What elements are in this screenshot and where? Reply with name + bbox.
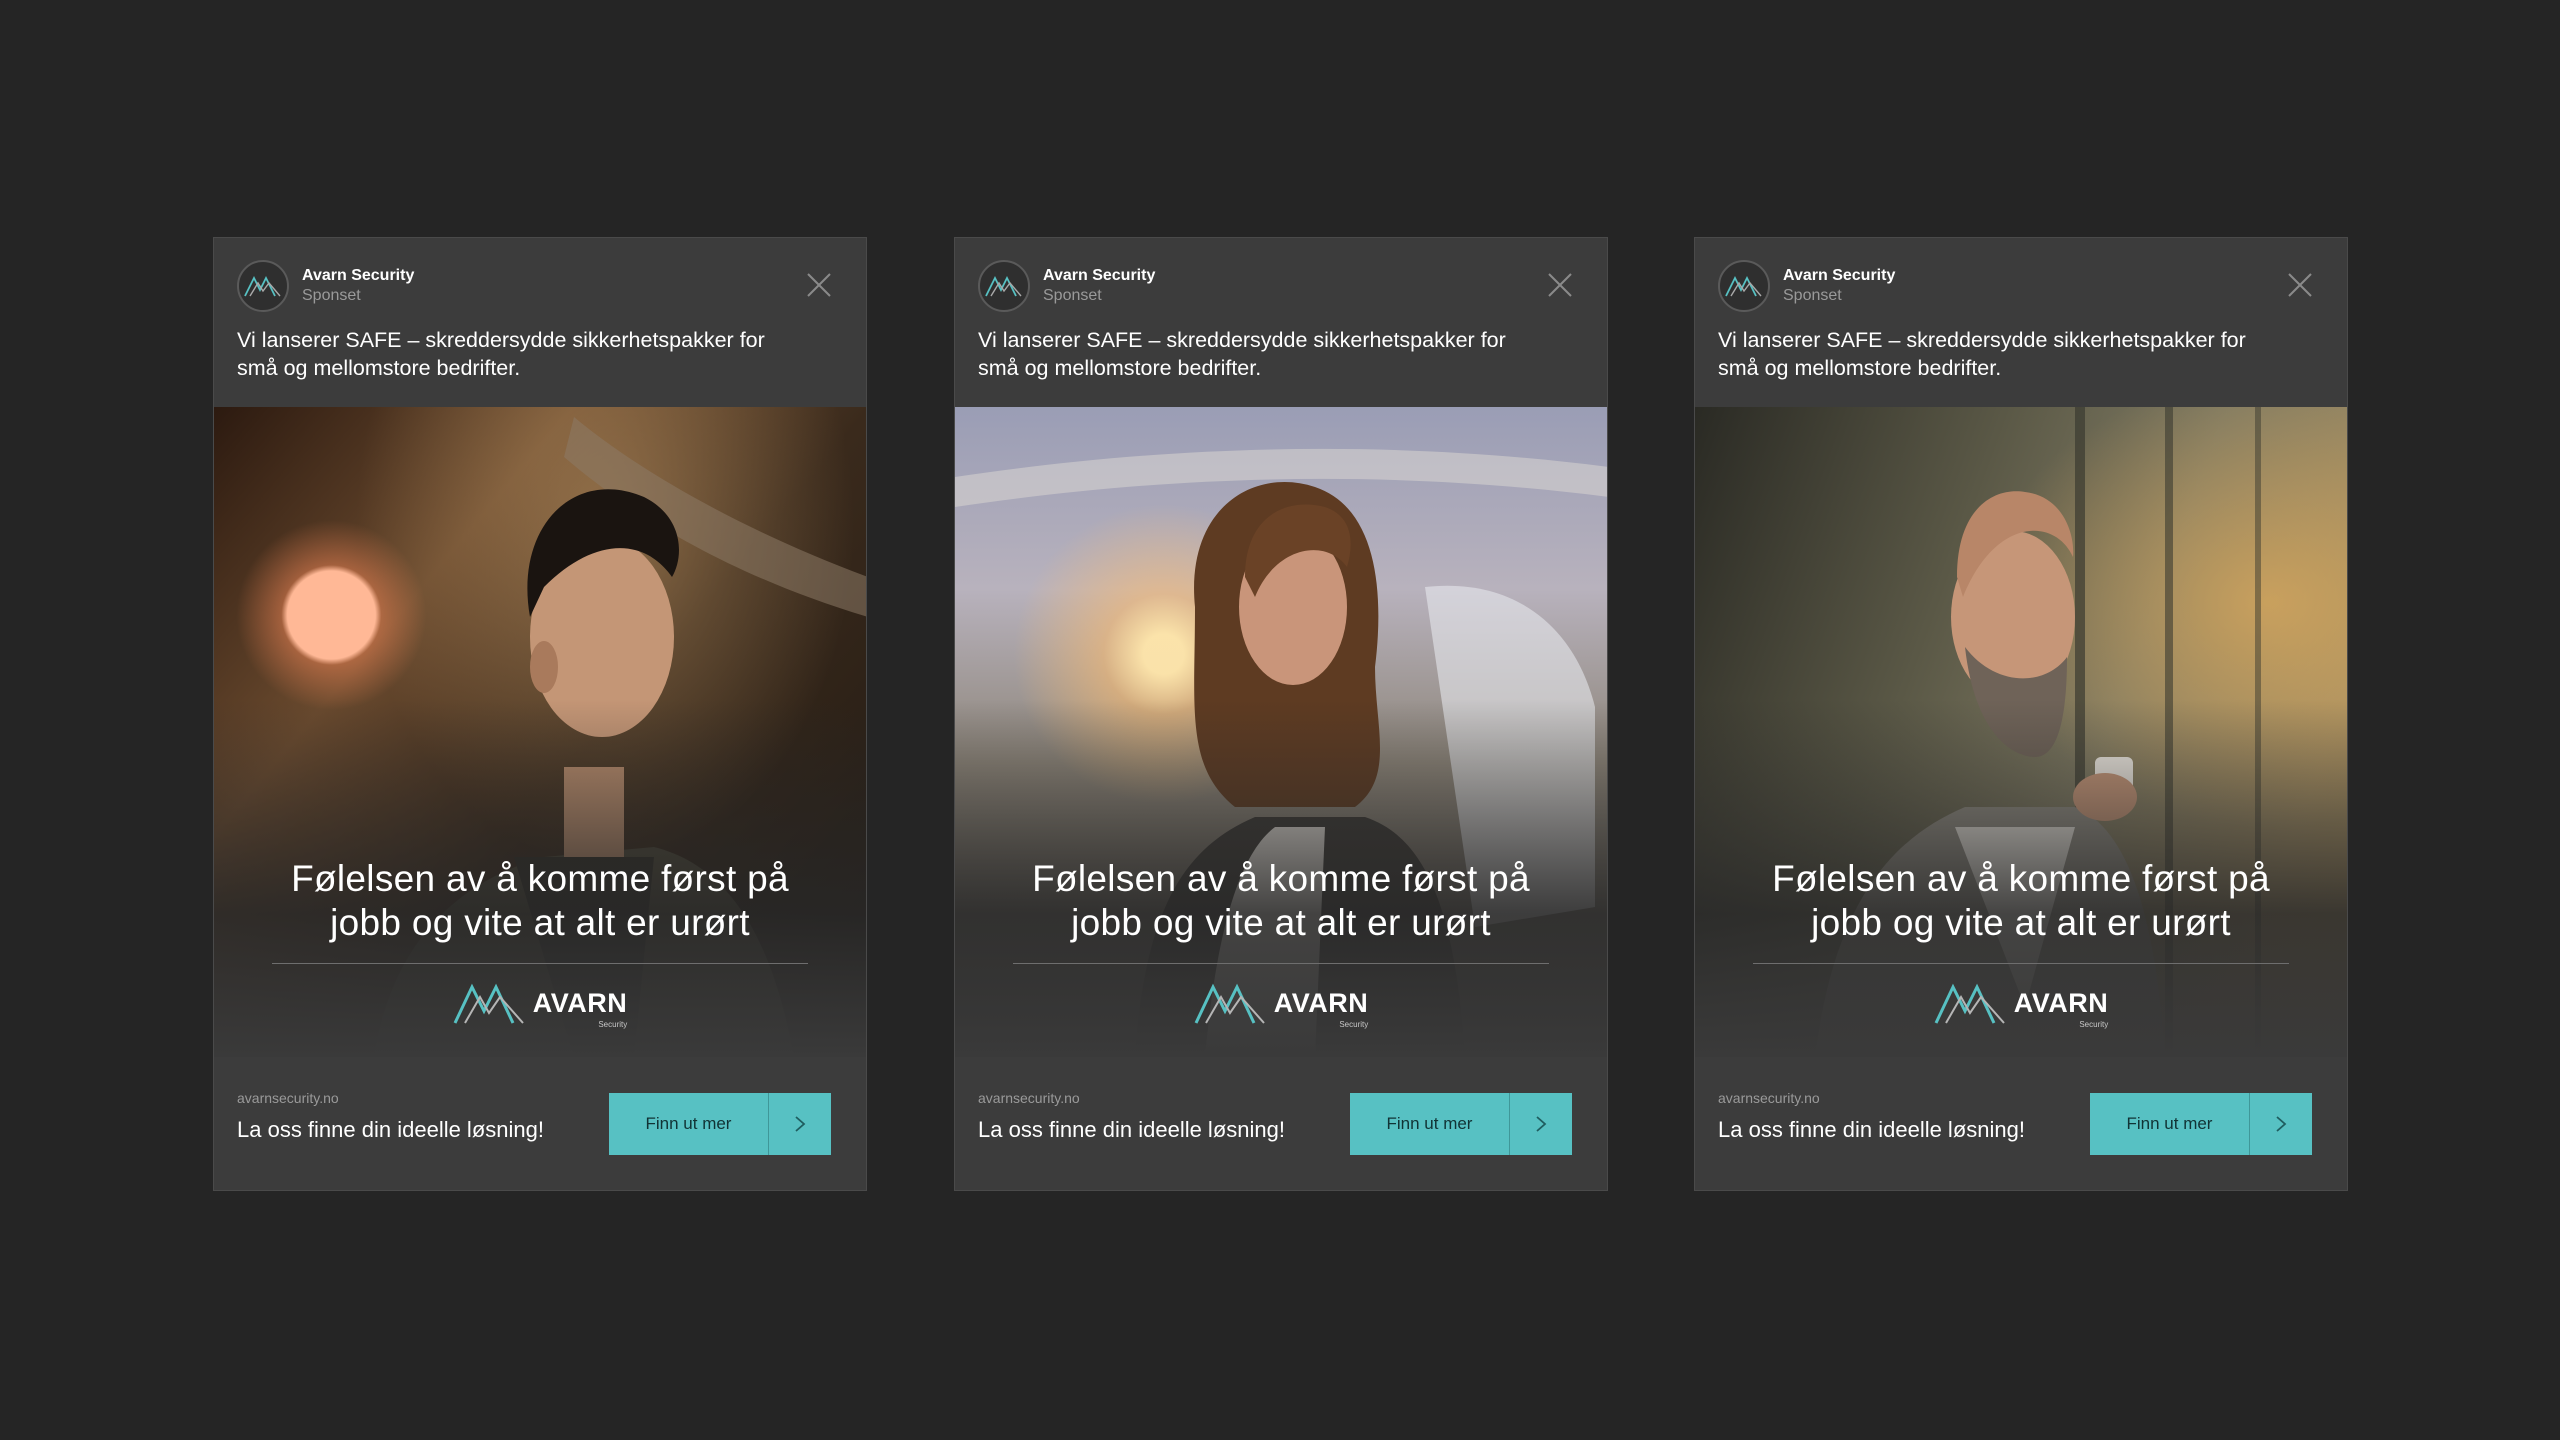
avarn-mountain-logo-icon: [985, 275, 1022, 297]
advertiser-name[interactable]: Avarn Security: [1783, 266, 1895, 286]
close-button[interactable]: [2285, 270, 2315, 300]
advertiser-row: Avarn Security Sponset: [978, 260, 1584, 312]
ad-card-1[interactable]: Avarn Security Sponset Vi lanserer SAFE …: [213, 237, 867, 1191]
headline-line-1: Følelsen av å komme først på: [1032, 858, 1530, 899]
advertiser-row: Avarn Security Sponset: [237, 260, 843, 312]
ad-gallery: Avarn Security Sponset Vi lanserer SAFE …: [0, 0, 2560, 1440]
logo-wordmark: AVARN: [532, 988, 628, 1018]
brand-logo: AVARN Security: [955, 981, 1607, 1029]
ad-header: Avarn Security Sponset Vi lanserer SAFE …: [214, 238, 866, 407]
ad-header: Avarn Security Sponset Vi lanserer SAFE …: [1695, 238, 2347, 407]
finn-ut-mer-button[interactable]: Finn ut mer: [2090, 1093, 2312, 1155]
avarn-mountain-logo-icon: [244, 275, 281, 297]
brand-logo: AVARN Security: [1695, 981, 2347, 1029]
close-button[interactable]: [1545, 270, 1575, 300]
avarn-mountain-logo-icon: [453, 983, 524, 1024]
ad-image[interactable]: Følelsen av å komme først på jobb og vit…: [214, 407, 866, 1057]
headline-line-2: jobb og vite at alt er urørt: [1071, 902, 1491, 943]
button-arrow: [1510, 1093, 1572, 1155]
close-icon: [807, 273, 831, 297]
headline-divider: [272, 963, 808, 964]
sponsored-label: Sponset: [302, 287, 361, 304]
logo-subtitle: Security: [598, 1020, 628, 1029]
ad-headline: Følelsen av å komme først på jobb og vit…: [1695, 857, 2347, 945]
ad-headline: Følelsen av å komme først på jobb og vit…: [214, 857, 866, 945]
chevron-right-icon: [1536, 1116, 1547, 1132]
close-button[interactable]: [804, 270, 834, 300]
button-label: Finn ut mer: [2126, 1114, 2213, 1133]
finn-ut-mer-button[interactable]: Finn ut mer: [1350, 1093, 1572, 1155]
ad-card-3[interactable]: Avarn Security Sponset Vi lanserer SAFE …: [1694, 237, 2348, 1191]
close-icon: [2288, 273, 2312, 297]
headline-divider: [1753, 963, 2289, 964]
button-arrow: [2250, 1093, 2312, 1155]
button-label: Finn ut mer: [645, 1114, 732, 1133]
avarn-mountain-logo-icon: [1194, 983, 1265, 1024]
ad-footer: avarnsecurity.no La oss finne din ideell…: [955, 1057, 1607, 1190]
logo-wordmark: AVARN: [2013, 988, 2109, 1018]
image-gradient: [955, 407, 1607, 1057]
sponsored-label: Sponset: [1043, 287, 1102, 304]
chevron-right-icon: [795, 1116, 806, 1132]
headline-line-2: jobb og vite at alt er urørt: [330, 902, 750, 943]
ad-primary-text: Vi lanserer SAFE – skreddersydde sikkerh…: [237, 328, 765, 380]
sponsored-label: Sponset: [1783, 287, 1842, 304]
headline-line-1: Følelsen av å komme først på: [291, 858, 789, 899]
chevron-right-icon: [2276, 1116, 2287, 1132]
advertiser-row: Avarn Security Sponset: [1718, 260, 2324, 312]
ad-footer: avarnsecurity.no La oss finne din ideell…: [1695, 1057, 2347, 1190]
ad-primary-text: Vi lanserer SAFE – skreddersydde sikkerh…: [1718, 328, 2246, 380]
logo-subtitle: Security: [2079, 1020, 2109, 1029]
ad-footer: avarnsecurity.no La oss finne din ideell…: [214, 1057, 866, 1190]
brand-logo: AVARN Security: [214, 981, 866, 1029]
close-icon: [1548, 273, 1572, 297]
headline-line-2: jobb og vite at alt er urørt: [1811, 902, 2231, 943]
advertiser-avatar[interactable]: [1718, 260, 1770, 312]
ad-card-2[interactable]: Avarn Security Sponset Vi lanserer SAFE …: [954, 237, 1608, 1191]
avarn-mountain-logo-icon: [1934, 983, 2005, 1024]
ad-header: Avarn Security Sponset Vi lanserer SAFE …: [955, 238, 1607, 407]
ad-primary-text: Vi lanserer SAFE – skreddersydde sikkerh…: [978, 328, 1506, 380]
advertiser-avatar[interactable]: [237, 260, 289, 312]
button-arrow: [769, 1093, 831, 1155]
finn-ut-mer-button[interactable]: Finn ut mer: [609, 1093, 831, 1155]
ad-headline: Følelsen av å komme først på jobb og vit…: [955, 857, 1607, 945]
advertiser-name[interactable]: Avarn Security: [302, 266, 414, 286]
advertiser-avatar[interactable]: [978, 260, 1030, 312]
avarn-mountain-logo-icon: [1725, 275, 1762, 297]
button-label: Finn ut mer: [1386, 1114, 1473, 1133]
ad-image[interactable]: Følelsen av å komme først på jobb og vit…: [1695, 407, 2347, 1057]
logo-wordmark: AVARN: [1273, 988, 1369, 1018]
image-gradient: [1695, 407, 2347, 1057]
image-gradient: [214, 407, 866, 1057]
headline-divider: [1013, 963, 1549, 964]
ad-image[interactable]: Følelsen av å komme først på jobb og vit…: [955, 407, 1607, 1057]
logo-subtitle: Security: [1339, 1020, 1369, 1029]
advertiser-name[interactable]: Avarn Security: [1043, 266, 1155, 286]
headline-line-1: Følelsen av å komme først på: [1772, 858, 2270, 899]
